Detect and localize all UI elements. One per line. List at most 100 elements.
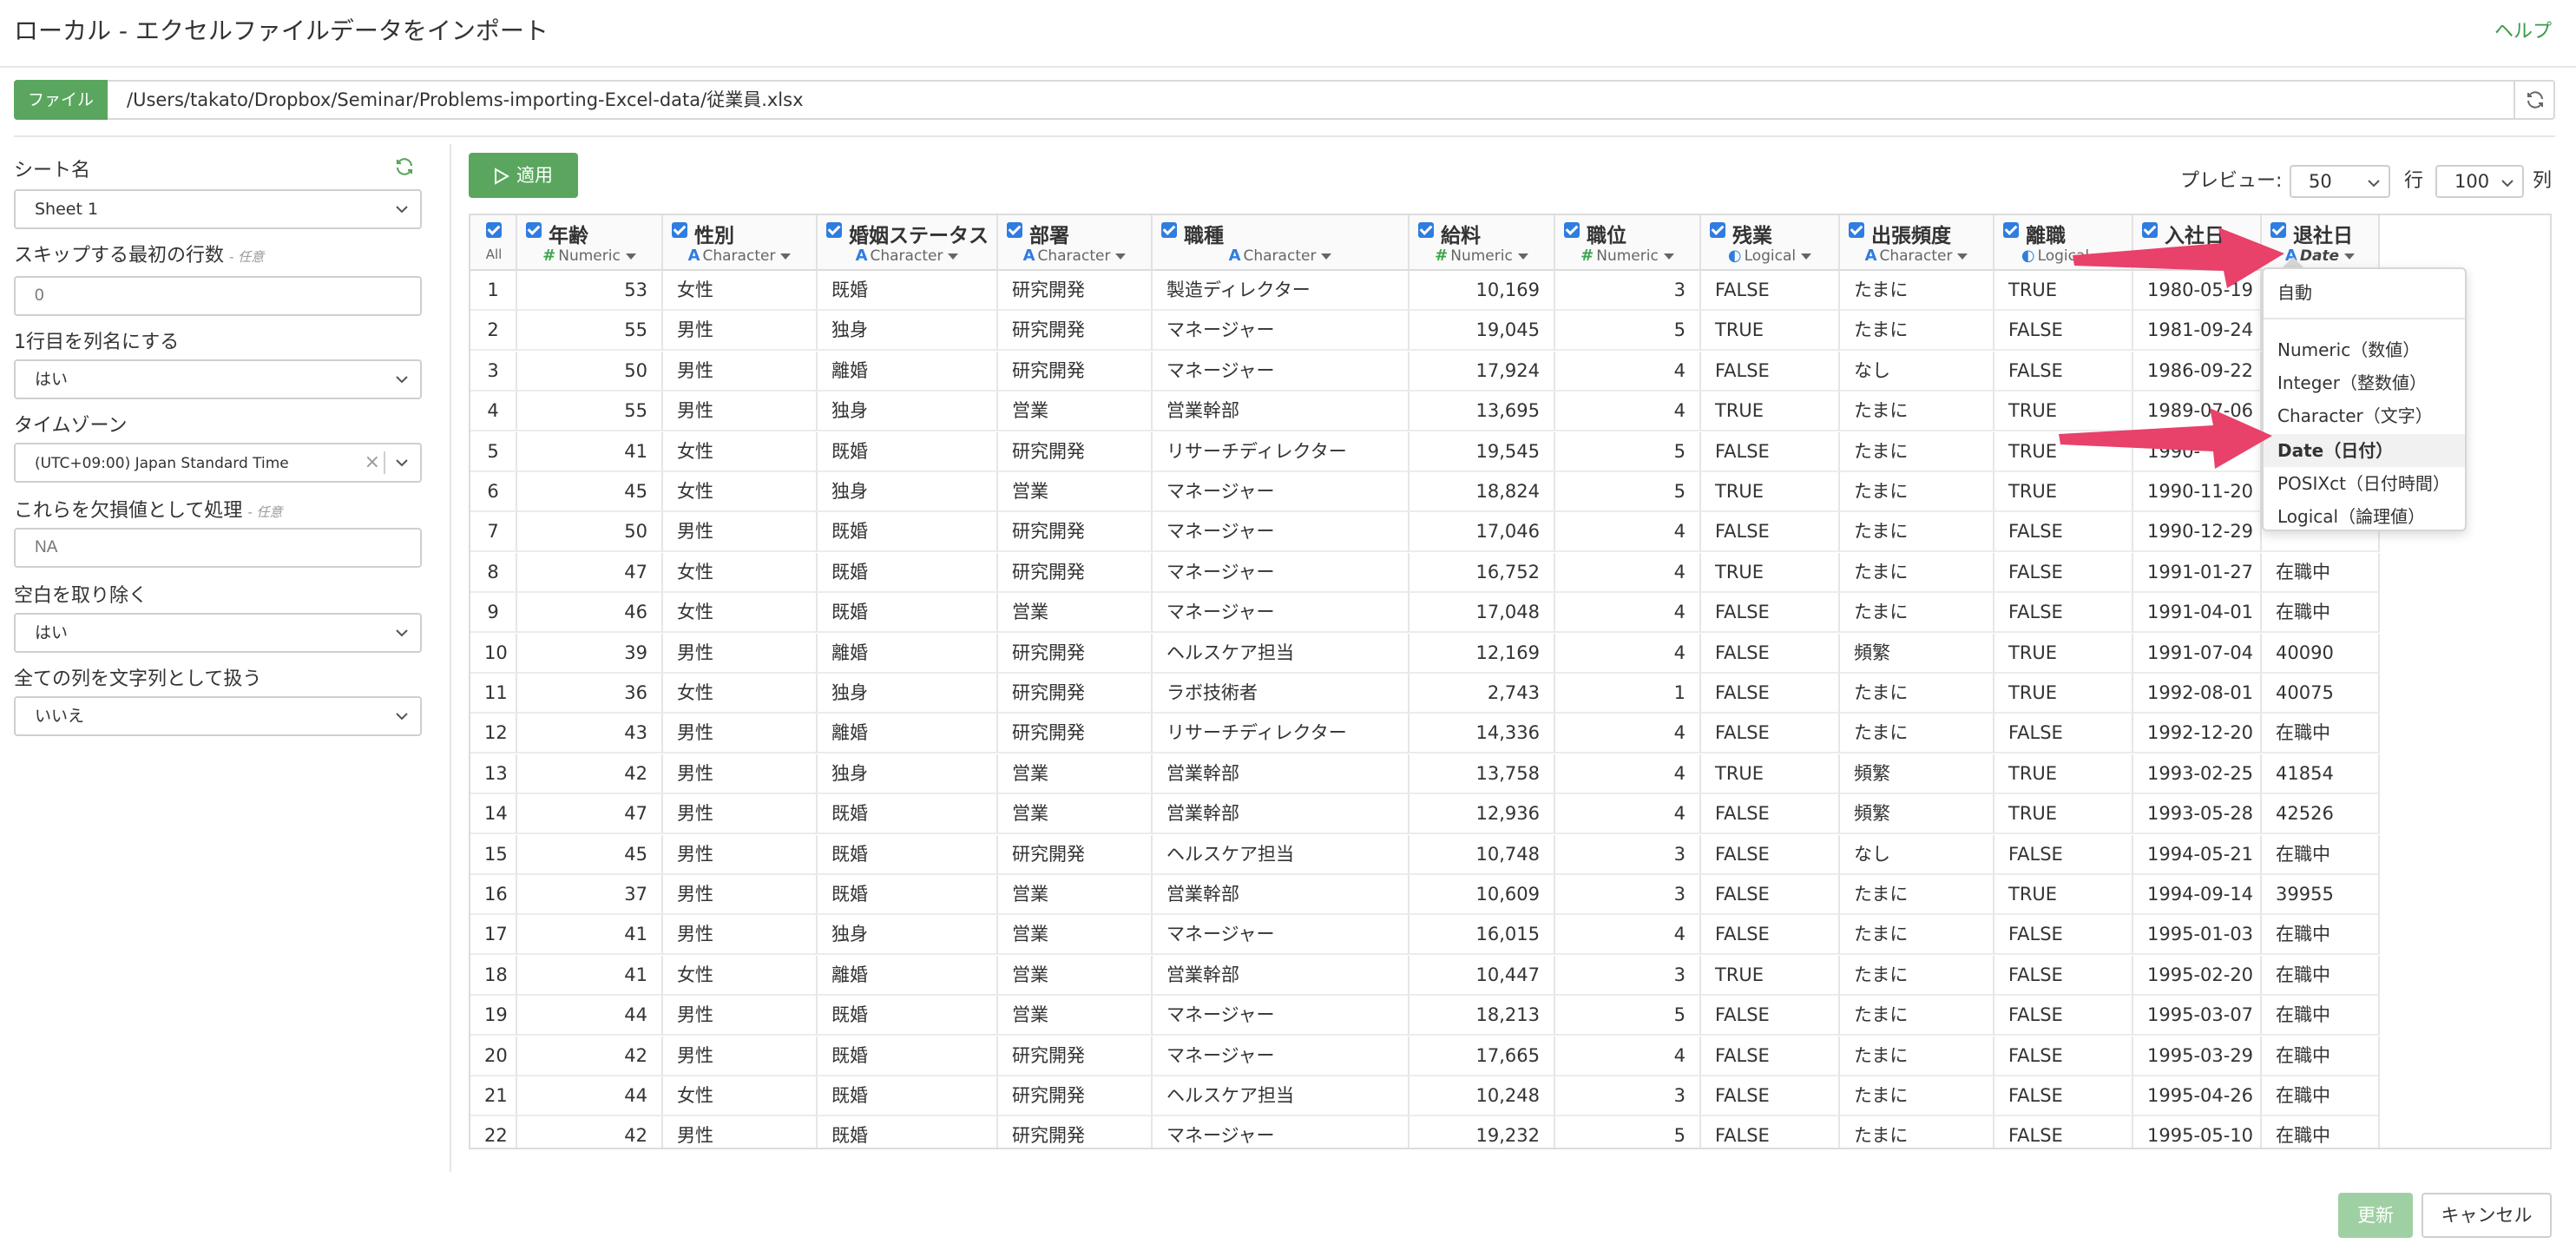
type-menu-item[interactable]: Character（文字）	[2264, 399, 2465, 432]
column-name: 婚姻ステータス	[849, 225, 989, 247]
column-include-checkbox[interactable]	[2270, 222, 2286, 238]
table-cell: なし	[1840, 351, 1994, 392]
table-cell: 47	[517, 794, 663, 835]
table-cell: 1994-05-21	[2133, 834, 2262, 875]
table-cell: 1991-01-27	[2133, 552, 2262, 593]
preview-cols-select[interactable]: 100	[2435, 165, 2524, 198]
file-select-button[interactable]: ファイル	[14, 80, 108, 120]
table-cell: FALSE	[1701, 996, 1840, 1037]
column-type-select[interactable]: A Date	[2262, 247, 2378, 265]
column-name: 離職	[2026, 225, 2066, 247]
column-type-select[interactable]: # Numeric	[1410, 247, 1554, 265]
table-cell: 女性	[663, 1076, 818, 1116]
column-include-checkbox[interactable]	[1564, 222, 1580, 238]
table-cell: 在職中	[2262, 593, 2380, 634]
table-cell: 研究開発	[998, 431, 1153, 472]
table-cell: FALSE	[1994, 351, 2133, 392]
table-cell: FALSE	[1701, 431, 1840, 472]
column-type-select[interactable]: A Character	[1153, 247, 1408, 265]
trim-select[interactable]: はい	[14, 613, 422, 653]
table-row: 9 46 女性 既婚 営業 マネージャー 17,048 4 FALSE たまに FALSE 1991-…	[470, 593, 2383, 634]
table-cell: たまに	[1840, 1116, 1994, 1148]
column-type-select[interactable]: A Character	[1840, 247, 1993, 265]
table-cell: 10,447	[1410, 955, 1555, 996]
column-type-label: Character	[1243, 247, 1317, 265]
help-link[interactable]: ヘルプ	[2494, 16, 2552, 43]
update-button[interactable]: 更新	[2338, 1193, 2413, 1238]
file-reload-button[interactable]	[2514, 80, 2555, 120]
column-include-checkbox[interactable]	[672, 222, 687, 238]
type-menu-item[interactable]: Logical（論理値）	[2264, 500, 2465, 533]
row-number: 19	[470, 996, 517, 1037]
table-cell: 女性	[663, 431, 818, 472]
row-number: 21	[470, 1076, 517, 1116]
refresh-icon	[396, 158, 413, 175]
row-number: 3	[470, 351, 517, 392]
column-type-select[interactable]: A Character	[998, 247, 1151, 265]
table-cell: 12,169	[1410, 633, 1555, 674]
cancel-button[interactable]: キャンセル	[2422, 1193, 2552, 1238]
apply-button[interactable]: 適用	[469, 153, 578, 198]
column-include-checkbox[interactable]	[1418, 222, 1434, 238]
table-cell: マネージャー	[1153, 512, 1410, 553]
type-menu-item[interactable]: Date（日付）	[2264, 434, 2465, 467]
table-cell: 1995-03-07	[2133, 996, 2262, 1037]
column-type-select[interactable]: ◐ Logical	[1994, 247, 2132, 265]
table-cell: 10,169	[1410, 271, 1555, 311]
character-icon: A	[687, 247, 700, 265]
clear-icon[interactable]: ×	[365, 444, 380, 481]
table-cell: 研究開発	[998, 1036, 1153, 1076]
sheet-refresh-button[interactable]	[394, 156, 415, 181]
table-row: 19 44 男性 既婚 営業 マネージャー 18,213 5 FALSE たまに FALSE 1995…	[470, 996, 2383, 1037]
file-bar: ファイル /Users/takato/Dropbox/Seminar/Probl…	[14, 80, 2555, 120]
column-include-checkbox[interactable]	[826, 222, 842, 238]
column-include-checkbox[interactable]	[1849, 222, 1864, 238]
type-menu-item[interactable]: Numeric（数値）	[2264, 333, 2465, 366]
column-include-checkbox[interactable]	[1161, 222, 1177, 238]
column-include-checkbox[interactable]	[2003, 222, 2019, 238]
column-include-checkbox[interactable]	[1710, 222, 1725, 238]
table-cell: 1993-02-25	[2133, 754, 2262, 794]
all-char-select[interactable]: いいえ	[14, 696, 422, 736]
type-menu-item[interactable]: 自動	[2264, 276, 2465, 309]
column-type-select[interactable]: # Numeric	[1555, 247, 1699, 265]
sheet-select[interactable]: Sheet 1	[14, 189, 422, 229]
table-cell: TRUE	[1701, 754, 1840, 794]
skip-rows-input[interactable]	[14, 276, 422, 316]
divider	[450, 144, 451, 1172]
column-include-checkbox[interactable]	[1007, 222, 1022, 238]
column-include-checkbox[interactable]	[526, 222, 542, 238]
table-cell: 4	[1555, 512, 1701, 553]
type-menu-item[interactable]: POSIXct（日付時間）	[2264, 467, 2465, 500]
table-cell: FALSE	[1994, 512, 2133, 553]
column-type-select[interactable]: # Numeric	[517, 247, 661, 265]
preview-rows-select[interactable]: 50	[2290, 165, 2390, 198]
table-cell: TRUE	[1701, 955, 1840, 996]
type-menu-item[interactable]: Integer（整数値）	[2264, 366, 2465, 399]
preview-cols-value: 100	[2454, 171, 2490, 192]
table-cell: ヘルスケア担当	[1153, 633, 1410, 674]
top-bar: ローカル - エクセルファイルデータをインポート ヘルプ	[0, 0, 2576, 68]
table-cell: 既婚	[818, 1116, 998, 1148]
table-cell: 19,045	[1410, 311, 1555, 352]
column-type-select[interactable]: A Character	[818, 247, 996, 265]
na-input[interactable]	[14, 528, 422, 568]
timezone-select[interactable]: (UTC+09:00) Japan Standard Time ×	[14, 443, 422, 483]
select-all-checkbox[interactable]	[486, 222, 502, 238]
column-type-select[interactable]: A Character	[663, 247, 816, 265]
header-row-select[interactable]: はい	[14, 359, 422, 399]
column-include-checkbox[interactable]	[2142, 222, 2158, 238]
table-cell: なし	[1840, 834, 1994, 875]
table-cell: 37	[517, 875, 663, 915]
header-all: All	[470, 215, 517, 271]
column-name: 職位	[1587, 225, 1626, 247]
column-type-label: Numeric	[1450, 247, 1513, 265]
table-cell: 44	[517, 1076, 663, 1116]
table-row: 22 42 男性 既婚 研究開発 マネージャー 19,232 5 FALSE たまに FALSE 19…	[470, 1116, 2383, 1148]
column-type-select[interactable]: ◐ Logical	[1701, 247, 1838, 265]
table-cell: 男性	[663, 351, 818, 392]
table-cell: たまに	[1840, 552, 1994, 593]
table-cell: 13,758	[1410, 754, 1555, 794]
table-cell: FALSE	[1994, 915, 2133, 956]
row-number: 20	[470, 1036, 517, 1076]
